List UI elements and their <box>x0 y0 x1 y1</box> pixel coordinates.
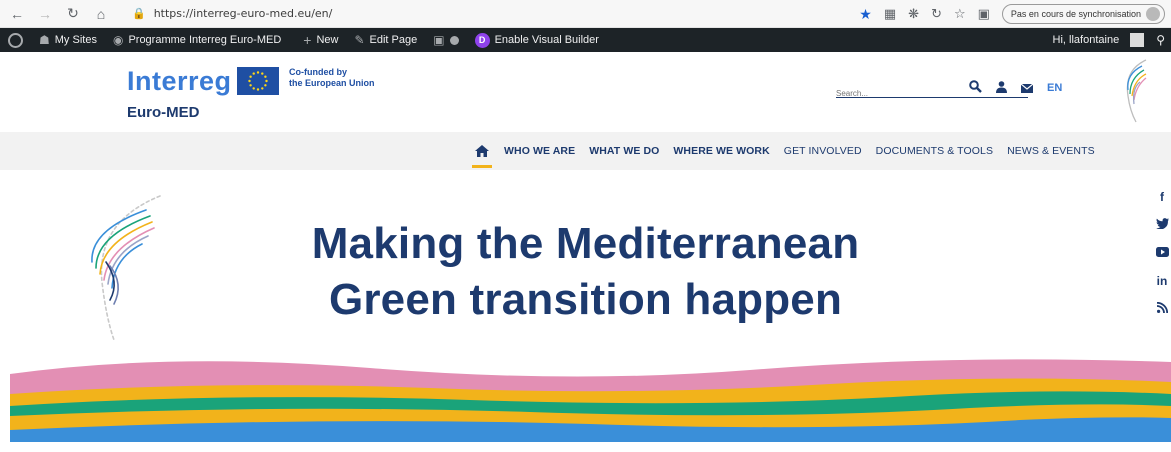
wordpress-icon <box>8 32 23 48</box>
menu-item-documents-tools[interactable]: DOCUMENTS & TOOLS <box>876 145 993 157</box>
wp-logo-button[interactable] <box>0 28 31 52</box>
browser-actions: ★ ▦ ❋ ↻ ☆ ▣ Pas en cours de synchronisat… <box>859 3 1165 25</box>
search-icon[interactable] <box>969 80 982 96</box>
wave-decoration <box>10 346 1171 452</box>
profile-avatar <box>1146 7 1160 21</box>
social-links: f in <box>1153 190 1171 316</box>
mail-icon[interactable] <box>1020 81 1034 96</box>
sites-icon: ☗ <box>39 33 50 47</box>
site-header: Interreg Euro-MED Co-funded by the Europ… <box>0 52 1171 132</box>
search-icon: ⚲ <box>1156 33 1165 47</box>
home-browser-icon[interactable]: ⌂ <box>90 3 112 25</box>
facebook-icon[interactable]: f <box>1160 190 1164 204</box>
feather-logo-icon <box>1116 56 1150 131</box>
hero-title-line-1: Making the Mediterranean <box>311 219 860 268</box>
new-label: New <box>316 34 339 46</box>
cofunded-line-1: Co-funded by <box>289 67 347 77</box>
hero-title: Making the Mediterranean Green transitio… <box>0 216 1171 328</box>
linkedin-icon[interactable]: in <box>1157 274 1168 288</box>
extension-gear-icon[interactable]: ❋ <box>908 6 919 22</box>
my-sites-label: My Sites <box>54 34 97 46</box>
sync-button[interactable]: Pas en cours de synchronisation <box>1001 4 1165 24</box>
edit-page-label: Edit Page <box>369 34 418 46</box>
lock-icon[interactable]: 🔒 <box>132 7 146 20</box>
admin-search-button[interactable]: ⚲ <box>1150 28 1171 52</box>
menu-item-where-we-work[interactable]: WHERE WE WORK <box>673 145 769 157</box>
menu-item-get-involved[interactable]: GET INVOLVED <box>784 145 862 157</box>
my-sites-button[interactable]: ☗ My Sites <box>31 28 105 52</box>
reload-icon[interactable]: ↻ <box>62 3 84 25</box>
greeting-label: Hi, llafontaine <box>1052 34 1120 46</box>
visual-builder-label: Enable Visual Builder <box>494 34 599 46</box>
back-icon[interactable]: ← <box>6 3 28 25</box>
refresh-extension-icon[interactable]: ↻ <box>931 6 942 22</box>
twitter-icon[interactable] <box>1155 218 1169 232</box>
dashboard-icon: ◉ <box>112 33 124 47</box>
favorite-star-icon[interactable]: ★ <box>859 6 872 23</box>
cofunded-line-2: the European Union <box>289 78 375 88</box>
divi-icon: D <box>474 32 490 48</box>
avatar <box>1130 33 1145 47</box>
collections-icon[interactable]: ▣ <box>978 6 990 22</box>
seo-icon: ▣ <box>433 33 445 47</box>
menu-item-news-events[interactable]: NEWS & EVENTS <box>1007 145 1095 157</box>
logo-title[interactable]: Interreg <box>127 66 232 97</box>
plus-icon: + <box>303 32 312 48</box>
pencil-icon: ✎ <box>354 33 365 47</box>
favorites-icon[interactable]: ☆ <box>954 6 966 22</box>
sync-status-label: Pas en cours de synchronisation <box>1010 9 1141 19</box>
new-button[interactable]: + New <box>295 28 346 52</box>
logo-subtitle[interactable]: Euro-MED <box>127 104 200 121</box>
youtube-icon[interactable] <box>1155 246 1169 260</box>
seo-status-dot <box>449 35 459 45</box>
hero-section: Making the Mediterranean Green transitio… <box>0 170 1171 452</box>
account-button[interactable]: Hi, llafontaine <box>1045 28 1151 52</box>
menu: WHO WE ARE WHAT WE DO WHERE WE WORK GET … <box>468 132 1109 170</box>
language-switcher[interactable]: EN <box>1047 82 1062 94</box>
hero-title-line-2: Green transition happen <box>328 275 843 324</box>
admin-bar-right: Hi, llafontaine ⚲ <box>1045 28 1171 52</box>
site-name-label: Programme Interreg Euro-MED <box>128 34 282 46</box>
header-tools: EN <box>969 80 1062 96</box>
extension-icon[interactable]: ▦ <box>884 6 896 22</box>
menu-item-who-we-are[interactable]: WHO WE ARE <box>504 145 575 157</box>
wp-admin-bar: ☗ My Sites ◉ Programme Interreg Euro-MED… <box>0 28 1171 52</box>
forward-icon[interactable]: → <box>34 3 56 25</box>
eu-flag-icon <box>237 67 279 95</box>
menu-item-what-we-do[interactable]: WHAT WE DO <box>589 145 659 157</box>
rss-icon[interactable] <box>1156 301 1168 316</box>
site-name-button[interactable]: ◉ Programme Interreg Euro-MED <box>105 28 289 52</box>
address-bar[interactable]: https://interreg-euro-med.eu/en/ <box>154 7 333 20</box>
visual-builder-button[interactable]: D Enable Visual Builder <box>467 28 607 52</box>
browser-toolbar: ← → ↻ ⌂ 🔒 https://interreg-euro-med.eu/e… <box>0 0 1171 28</box>
user-icon[interactable] <box>996 80 1007 96</box>
edit-page-button[interactable]: ✎ Edit Page <box>346 28 425 52</box>
main-navigation: WHO WE ARE WHAT WE DO WHERE WE WORK GET … <box>0 132 1171 170</box>
home-icon <box>475 145 489 157</box>
cofunded-text: Co-funded by the European Union <box>289 67 375 89</box>
home-menu-item[interactable] <box>468 132 496 170</box>
yoast-button[interactable]: ▣ <box>425 28 466 52</box>
